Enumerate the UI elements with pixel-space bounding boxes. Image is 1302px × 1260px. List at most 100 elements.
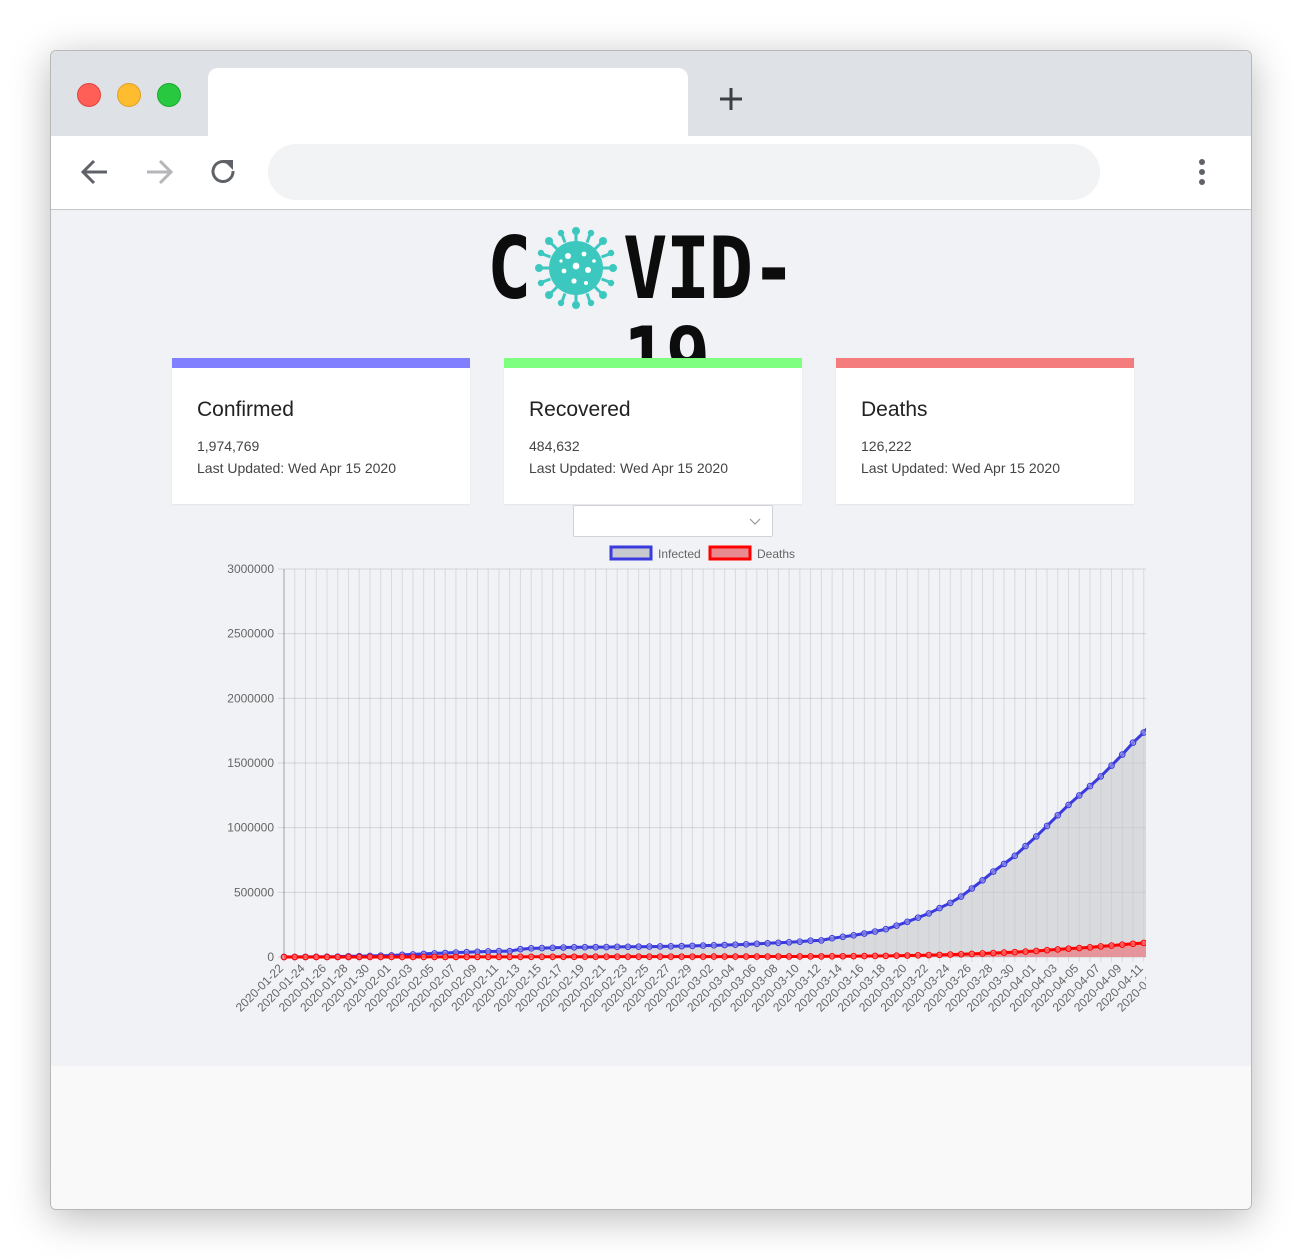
reload-icon[interactable] — [205, 154, 241, 190]
data-point-deaths — [1011, 948, 1019, 956]
data-point-infected — [527, 945, 535, 952]
data-point-deaths — [527, 953, 535, 961]
page-bottom-area — [51, 1066, 1251, 1209]
browser-toolbar — [51, 136, 1251, 210]
data-point-deaths — [796, 953, 804, 960]
data-point-deaths — [495, 953, 503, 961]
y-tick-label: 3000000 — [227, 562, 274, 576]
data-point-deaths — [291, 953, 299, 961]
page-content: C VID- Confirmed 1,974,769 Last Updated:… — [51, 210, 1251, 1066]
data-point-deaths — [388, 953, 395, 961]
data-point-deaths — [280, 953, 288, 961]
data-point-deaths — [613, 953, 621, 960]
data-point-deaths — [1086, 944, 1094, 951]
data-point-deaths — [925, 951, 933, 959]
data-point-deaths — [871, 952, 879, 960]
data-point-deaths — [323, 953, 331, 961]
card-updated: Last Updated: Wed Apr 15 2020 — [861, 460, 1060, 476]
data-point-infected — [624, 943, 632, 951]
card-value: 1,974,769 — [197, 438, 260, 454]
data-point-deaths — [904, 952, 911, 959]
data-point-deaths — [753, 953, 761, 960]
covid-logo: C VID- — [487, 224, 867, 404]
data-point-deaths — [463, 953, 470, 961]
card-confirmed: Confirmed 1,974,769 Last Updated: Wed Ap… — [172, 358, 470, 504]
data-point-infected — [1075, 792, 1083, 799]
data-point-deaths — [689, 953, 696, 960]
data-point-infected — [495, 947, 503, 955]
data-point-infected — [1086, 782, 1094, 790]
data-point-infected — [871, 928, 879, 935]
data-point-deaths — [850, 952, 857, 960]
plus-icon[interactable] — [715, 83, 747, 115]
data-point-deaths — [603, 953, 610, 961]
maximize-window-button[interactable] — [157, 83, 181, 107]
data-point-deaths — [936, 951, 943, 959]
data-point-deaths — [635, 953, 642, 960]
data-point-deaths — [355, 953, 363, 961]
data-point-deaths — [990, 949, 997, 957]
legend-label-deaths: Deaths — [757, 547, 795, 561]
data-point-deaths — [947, 951, 954, 958]
data-point-infected — [828, 934, 836, 942]
data-point-deaths — [1108, 942, 1115, 949]
card-recovered: Recovered 484,632 Last Updated: Wed Apr … — [504, 358, 802, 504]
address-bar[interactable] — [268, 144, 1100, 200]
data-point-infected — [785, 939, 793, 946]
data-point-deaths — [1140, 939, 1146, 947]
data-point-infected — [1140, 729, 1146, 736]
data-point-deaths — [1075, 944, 1083, 952]
data-point-deaths — [646, 953, 653, 960]
card-accent-bar — [504, 358, 802, 368]
legend-label-infected: Infected — [658, 547, 701, 561]
data-point-deaths — [560, 953, 567, 961]
data-point-infected — [893, 922, 900, 929]
data-point-deaths — [431, 953, 438, 961]
card-value: 126,222 — [861, 438, 912, 454]
data-point-deaths — [785, 953, 793, 960]
data-point-deaths — [624, 953, 632, 960]
data-point-infected — [613, 943, 621, 951]
data-point-deaths — [420, 953, 428, 961]
y-tick-label: 500000 — [234, 885, 274, 899]
data-point-infected — [538, 944, 546, 952]
data-point-infected — [667, 942, 675, 950]
arrow-right-icon[interactable] — [141, 154, 177, 190]
data-point-infected — [1097, 773, 1105, 780]
data-point-infected — [936, 904, 943, 912]
data-point-infected — [753, 940, 761, 948]
minimize-window-button[interactable] — [117, 83, 141, 107]
data-point-infected — [1000, 860, 1008, 868]
data-point-deaths — [1032, 947, 1040, 955]
arrow-left-icon[interactable] — [77, 154, 113, 190]
y-tick-label: 1500000 — [227, 756, 274, 770]
data-point-deaths — [1118, 941, 1126, 948]
data-point-deaths — [302, 953, 309, 961]
data-point-deaths — [570, 953, 578, 961]
data-point-infected — [699, 942, 707, 949]
kebab-menu-icon[interactable] — [1199, 156, 1205, 188]
card-value: 484,632 — [529, 438, 580, 454]
country-select[interactable] — [573, 505, 773, 537]
data-point-infected — [678, 942, 685, 950]
data-point-deaths — [839, 952, 847, 960]
data-point-infected — [990, 868, 997, 875]
data-point-deaths — [764, 953, 771, 960]
data-point-infected — [947, 899, 954, 907]
browser-tab[interactable] — [208, 68, 688, 136]
data-point-infected — [882, 925, 890, 933]
data-point-deaths — [1129, 940, 1137, 948]
data-point-deaths — [914, 952, 922, 959]
close-window-button[interactable] — [77, 83, 101, 107]
data-point-infected — [796, 938, 804, 945]
data-point-infected — [1065, 801, 1072, 809]
data-point-infected — [850, 932, 857, 939]
card-deaths: Deaths 126,222 Last Updated: Wed Apr 15 … — [836, 358, 1134, 504]
data-point-infected — [646, 943, 653, 950]
data-point-infected — [635, 943, 642, 951]
timeline-chart: 0 500000 1000000 1500000 2000000 2500000 30000… — [227, 545, 1146, 1015]
tab-bar — [51, 51, 1251, 136]
card-title: Deaths — [861, 398, 928, 421]
data-point-deaths — [968, 950, 976, 958]
data-point-infected — [742, 941, 750, 948]
